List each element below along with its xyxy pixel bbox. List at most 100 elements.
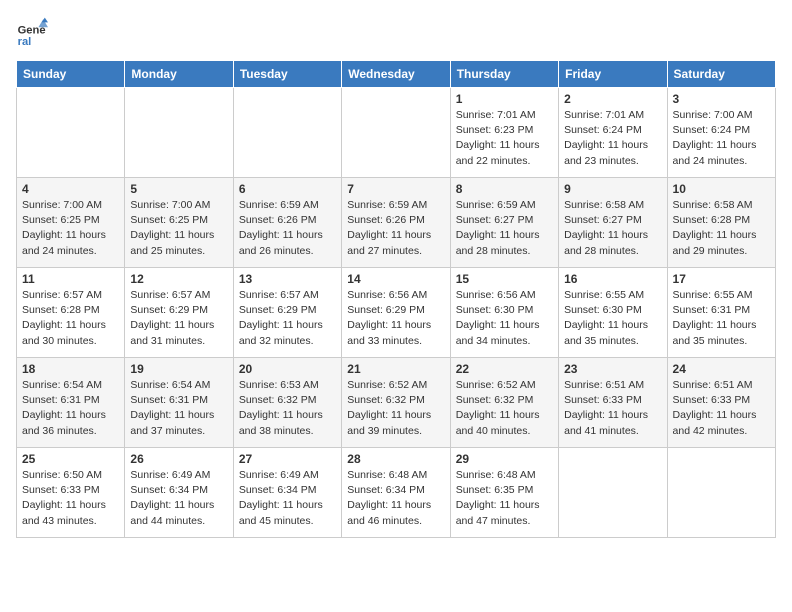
calendar-cell: 21 Sunrise: 6:52 AMSunset: 6:32 PMDayligh… xyxy=(342,358,450,448)
day-info: Sunrise: 6:55 AMSunset: 6:31 PMDaylight:… xyxy=(673,288,770,349)
calendar-cell xyxy=(342,88,450,178)
day-info: Sunrise: 7:00 AMSunset: 6:25 PMDaylight:… xyxy=(130,198,227,259)
day-info: Sunrise: 6:57 AMSunset: 6:29 PMDaylight:… xyxy=(130,288,227,349)
weekday-header-sunday: Sunday xyxy=(17,61,125,88)
weekday-header-saturday: Saturday xyxy=(667,61,775,88)
calendar-cell xyxy=(559,448,667,538)
calendar-cell: 14 Sunrise: 6:56 AMSunset: 6:29 PMDayligh… xyxy=(342,268,450,358)
day-info: Sunrise: 6:53 AMSunset: 6:32 PMDaylight:… xyxy=(239,378,336,439)
day-number: 16 xyxy=(564,272,661,286)
header: Gene ral xyxy=(16,16,776,48)
day-info: Sunrise: 6:57 AMSunset: 6:29 PMDaylight:… xyxy=(239,288,336,349)
weekday-header-row: SundayMondayTuesdayWednesdayThursdayFrid… xyxy=(17,61,776,88)
day-number: 15 xyxy=(456,272,553,286)
day-info: Sunrise: 6:56 AMSunset: 6:29 PMDaylight:… xyxy=(347,288,444,349)
calendar-cell: 22 Sunrise: 6:52 AMSunset: 6:32 PMDayligh… xyxy=(450,358,558,448)
day-info: Sunrise: 6:55 AMSunset: 6:30 PMDaylight:… xyxy=(564,288,661,349)
calendar-cell: 7 Sunrise: 6:59 AMSunset: 6:26 PMDaylight… xyxy=(342,178,450,268)
day-info: Sunrise: 6:59 AMSunset: 6:26 PMDaylight:… xyxy=(239,198,336,259)
day-number: 21 xyxy=(347,362,444,376)
day-info: Sunrise: 6:51 AMSunset: 6:33 PMDaylight:… xyxy=(564,378,661,439)
day-number: 14 xyxy=(347,272,444,286)
calendar-cell: 20 Sunrise: 6:53 AMSunset: 6:32 PMDayligh… xyxy=(233,358,341,448)
calendar-cell: 9 Sunrise: 6:58 AMSunset: 6:27 PMDaylight… xyxy=(559,178,667,268)
day-number: 5 xyxy=(130,182,227,196)
day-number: 6 xyxy=(239,182,336,196)
day-number: 10 xyxy=(673,182,770,196)
day-number: 7 xyxy=(347,182,444,196)
day-info: Sunrise: 6:57 AMSunset: 6:28 PMDaylight:… xyxy=(22,288,119,349)
day-number: 27 xyxy=(239,452,336,466)
calendar-cell: 2 Sunrise: 7:01 AMSunset: 6:24 PMDaylight… xyxy=(559,88,667,178)
day-number: 1 xyxy=(456,92,553,106)
weekday-header-tuesday: Tuesday xyxy=(233,61,341,88)
calendar-cell: 4Sunrise: 7:00 AMSunset: 6:25 PMDaylight… xyxy=(17,178,125,268)
day-number: 3 xyxy=(673,92,770,106)
weekday-header-friday: Friday xyxy=(559,61,667,88)
day-info: Sunrise: 6:56 AMSunset: 6:30 PMDaylight:… xyxy=(456,288,553,349)
day-number: 26 xyxy=(130,452,227,466)
logo-icon: Gene ral xyxy=(16,16,48,48)
calendar-cell: 1 Sunrise: 7:01 AMSunset: 6:23 PMDaylight… xyxy=(450,88,558,178)
weekday-header-monday: Monday xyxy=(125,61,233,88)
calendar-cell: 6 Sunrise: 6:59 AMSunset: 6:26 PMDaylight… xyxy=(233,178,341,268)
week-row-0: 1 Sunrise: 7:01 AMSunset: 6:23 PMDaylight… xyxy=(17,88,776,178)
calendar-cell: 12 Sunrise: 6:57 AMSunset: 6:29 PMDayligh… xyxy=(125,268,233,358)
day-info: Sunrise: 6:59 AMSunset: 6:27 PMDaylight:… xyxy=(456,198,553,259)
day-info: Sunrise: 6:52 AMSunset: 6:32 PMDaylight:… xyxy=(347,378,444,439)
day-info: Sunrise: 6:49 AMSunset: 6:34 PMDaylight:… xyxy=(130,468,227,529)
day-number: 25 xyxy=(22,452,119,466)
svg-text:ral: ral xyxy=(18,36,32,48)
day-info: Sunrise: 6:50 AMSunset: 6:33 PMDaylight:… xyxy=(22,468,119,529)
day-number: 23 xyxy=(564,362,661,376)
calendar-cell: 16 Sunrise: 6:55 AMSunset: 6:30 PMDayligh… xyxy=(559,268,667,358)
day-number: 22 xyxy=(456,362,553,376)
calendar-cell: 8 Sunrise: 6:59 AMSunset: 6:27 PMDaylight… xyxy=(450,178,558,268)
logo: Gene ral xyxy=(16,16,52,48)
calendar-cell xyxy=(125,88,233,178)
day-number: 11 xyxy=(22,272,119,286)
day-number: 8 xyxy=(456,182,553,196)
day-number: 12 xyxy=(130,272,227,286)
calendar-cell xyxy=(17,88,125,178)
calendar-cell: 13 Sunrise: 6:57 AMSunset: 6:29 PMDayligh… xyxy=(233,268,341,358)
calendar-cell: 27 Sunrise: 6:49 AMSunset: 6:34 PMDayligh… xyxy=(233,448,341,538)
day-number: 4 xyxy=(22,182,119,196)
calendar-table: SundayMondayTuesdayWednesdayThursdayFrid… xyxy=(16,60,776,538)
day-info: Sunrise: 6:48 AMSunset: 6:34 PMDaylight:… xyxy=(347,468,444,529)
weekday-header-thursday: Thursday xyxy=(450,61,558,88)
day-info: Sunrise: 6:58 AMSunset: 6:28 PMDaylight:… xyxy=(673,198,770,259)
day-info: Sunrise: 7:01 AMSunset: 6:23 PMDaylight:… xyxy=(456,108,553,169)
day-info: Sunrise: 6:58 AMSunset: 6:27 PMDaylight:… xyxy=(564,198,661,259)
day-number: 13 xyxy=(239,272,336,286)
day-number: 28 xyxy=(347,452,444,466)
day-number: 9 xyxy=(564,182,661,196)
day-number: 18 xyxy=(22,362,119,376)
calendar-cell xyxy=(233,88,341,178)
week-row-4: 25 Sunrise: 6:50 AMSunset: 6:33 PMDayligh… xyxy=(17,448,776,538)
calendar-cell: 25 Sunrise: 6:50 AMSunset: 6:33 PMDayligh… xyxy=(17,448,125,538)
calendar-cell: 19 Sunrise: 6:54 AMSunset: 6:31 PMDayligh… xyxy=(125,358,233,448)
day-number: 17 xyxy=(673,272,770,286)
day-info: Sunrise: 6:49 AMSunset: 6:34 PMDaylight:… xyxy=(239,468,336,529)
calendar-cell: 28 Sunrise: 6:48 AMSunset: 6:34 PMDayligh… xyxy=(342,448,450,538)
day-info: Sunrise: 7:00 AMSunset: 6:24 PMDaylight:… xyxy=(673,108,770,169)
day-info: Sunrise: 6:54 AMSunset: 6:31 PMDaylight:… xyxy=(130,378,227,439)
day-number: 20 xyxy=(239,362,336,376)
calendar-cell: 5 Sunrise: 7:00 AMSunset: 6:25 PMDaylight… xyxy=(125,178,233,268)
calendar-cell: 11 Sunrise: 6:57 AMSunset: 6:28 PMDayligh… xyxy=(17,268,125,358)
day-number: 2 xyxy=(564,92,661,106)
day-info: Sunrise: 6:59 AMSunset: 6:26 PMDaylight:… xyxy=(347,198,444,259)
calendar-cell: 17 Sunrise: 6:55 AMSunset: 6:31 PMDayligh… xyxy=(667,268,775,358)
calendar-cell: 3 Sunrise: 7:00 AMSunset: 6:24 PMDaylight… xyxy=(667,88,775,178)
day-info: Sunrise: 6:51 AMSunset: 6:33 PMDaylight:… xyxy=(673,378,770,439)
calendar-cell: 15 Sunrise: 6:56 AMSunset: 6:30 PMDayligh… xyxy=(450,268,558,358)
day-info: Sunrise: 6:48 AMSunset: 6:35 PMDaylight:… xyxy=(456,468,553,529)
day-number: 29 xyxy=(456,452,553,466)
day-number: 19 xyxy=(130,362,227,376)
day-info: Sunrise: 7:01 AMSunset: 6:24 PMDaylight:… xyxy=(564,108,661,169)
week-row-2: 11 Sunrise: 6:57 AMSunset: 6:28 PMDayligh… xyxy=(17,268,776,358)
week-row-3: 18 Sunrise: 6:54 AMSunset: 6:31 PMDayligh… xyxy=(17,358,776,448)
calendar-cell: 23 Sunrise: 6:51 AMSunset: 6:33 PMDayligh… xyxy=(559,358,667,448)
day-info: Sunrise: 6:52 AMSunset: 6:32 PMDaylight:… xyxy=(456,378,553,439)
